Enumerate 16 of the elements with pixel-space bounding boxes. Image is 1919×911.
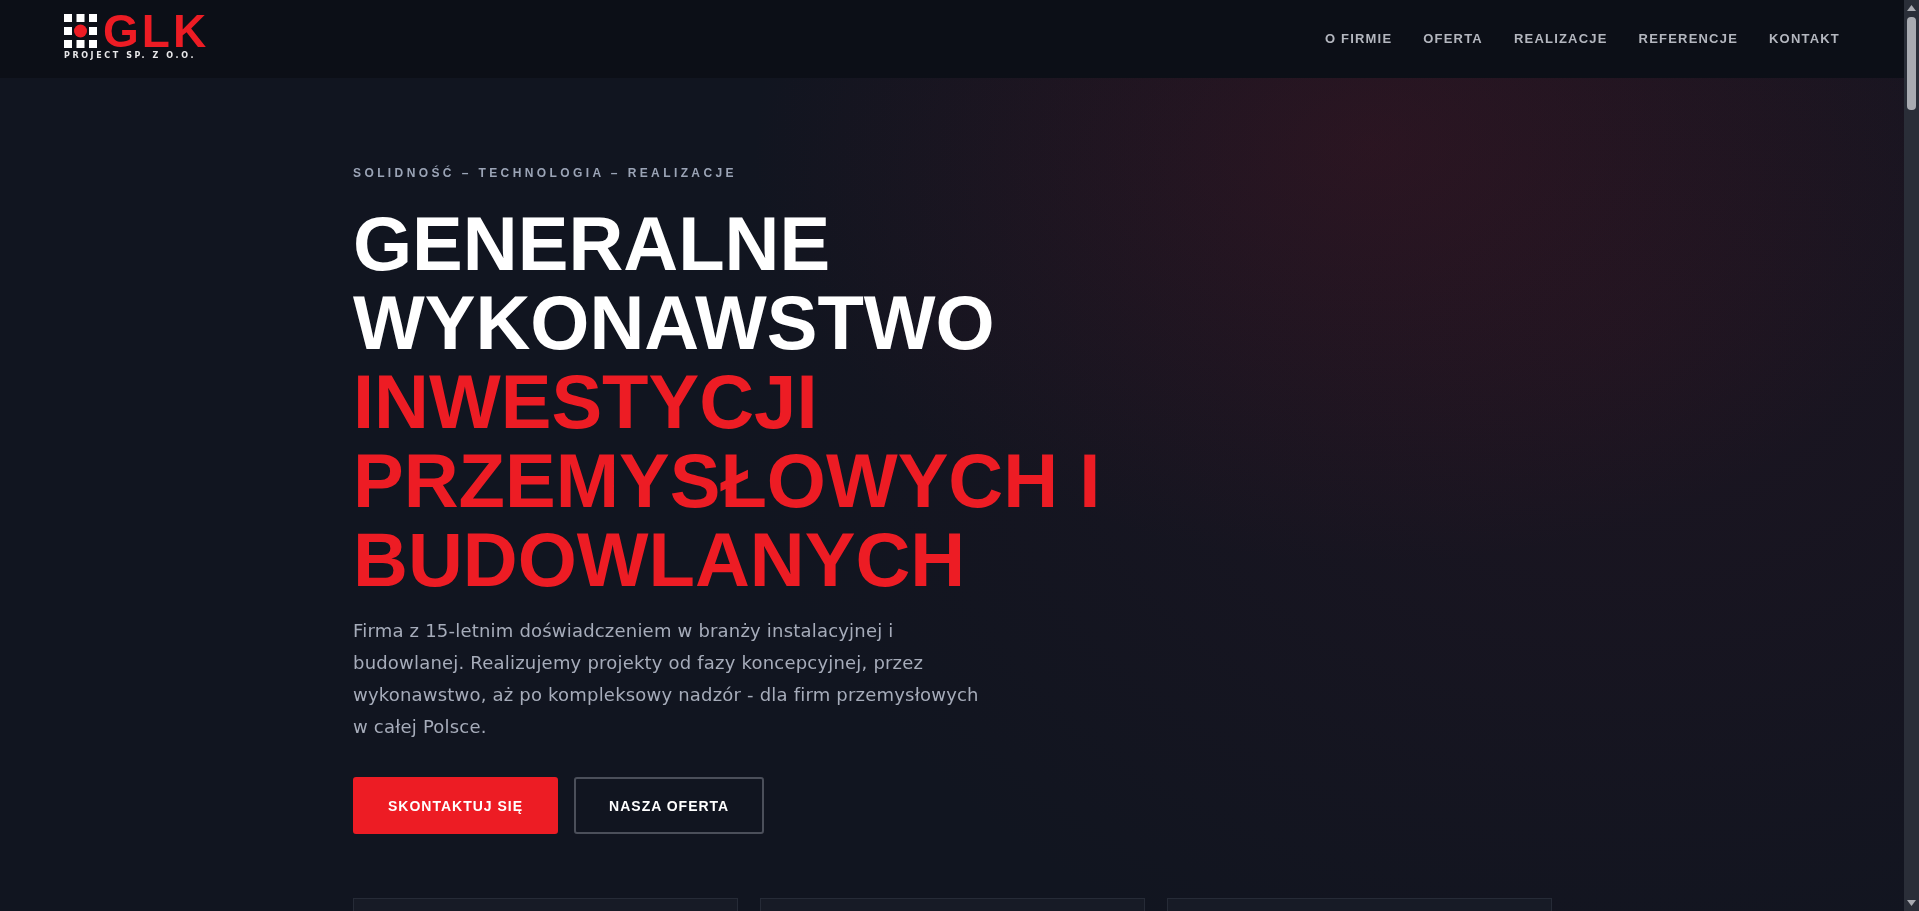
dot-grid-logo-icon[interactable] xyxy=(64,14,97,48)
hero-description: Firma z 15-letnim doświadczeniem w branży instalacyjnej i budowlanej. Realizujemy projekty od fazy koncepcyjnej, przez wykonawstwo, aż po kompleksowy nadzór - dla firm przemysłowych w całej Polsce. xyxy=(353,619,980,739)
offer-button[interactable]: NASZA OFERTA xyxy=(574,777,765,834)
scrollbar-thumb[interactable] xyxy=(1907,17,1916,110)
tagline: SOLIDNOŚĆ – TECHNOLOGIA – REALIZACJE xyxy=(353,165,737,181)
logo-subtitle: PROJECT SP. Z O.O. xyxy=(64,52,198,60)
logo-wordmark[interactable]: GLK xyxy=(103,14,210,48)
nav-link[interactable]: OFERTA xyxy=(1423,31,1483,47)
hero-heading: GENERALNE WYKONAWSTWO INWESTYCJI PRZEMYSŁOWYCH I BUDOWLANYCH xyxy=(353,204,1102,599)
nav-link[interactable]: REALIZACJE xyxy=(1513,31,1608,47)
scroll-up-icon[interactable] xyxy=(1907,5,1916,11)
nav-link[interactable]: O FIRMIE xyxy=(1324,31,1393,47)
contact-button[interactable]: SKONTAKTUJ SIĘ xyxy=(353,777,559,834)
nav-link[interactable]: REFERENCJE xyxy=(1638,31,1738,47)
scroll-down-icon[interactable] xyxy=(1907,900,1916,906)
nav-link[interactable]: KONTAKT xyxy=(1769,31,1840,47)
